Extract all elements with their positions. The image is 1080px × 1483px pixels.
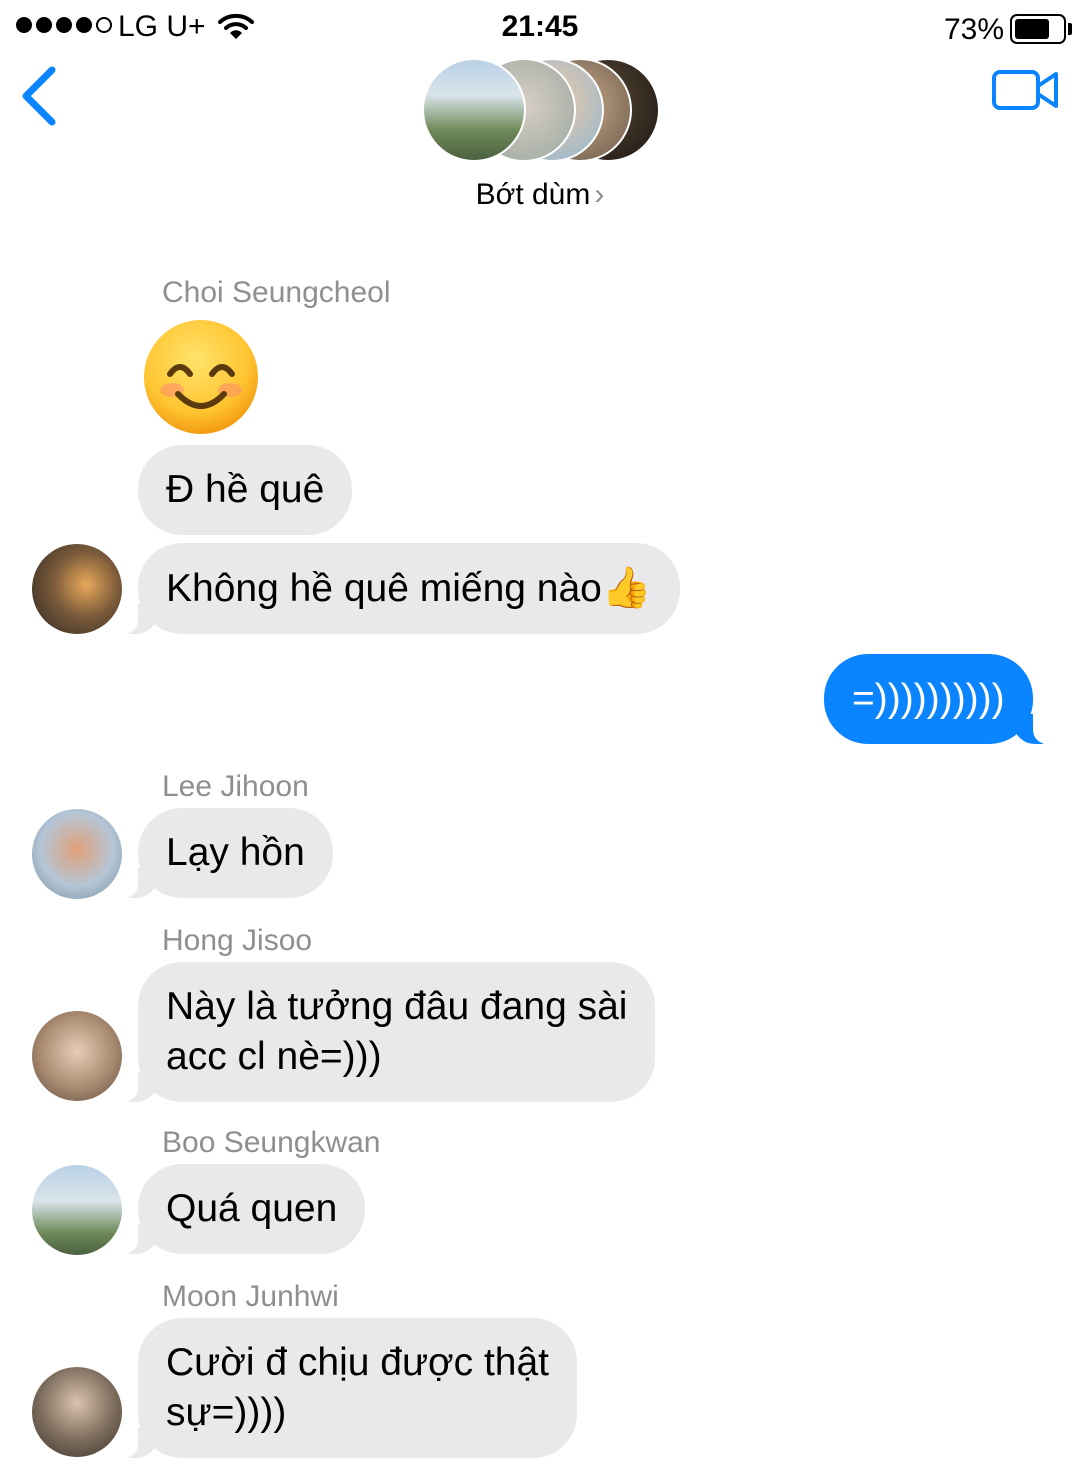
message-bubble[interactable]: Cười đ chịu được thật sự=)))) — [117, 1318, 578, 1458]
avatar[interactable] — [32, 544, 122, 634]
group-member-avatar — [422, 58, 526, 162]
battery-nub — [1068, 23, 1072, 35]
thumbs-up-emoji-icon: 👍 — [601, 566, 652, 610]
message-bubble[interactable]: Này là tưởng đâu đang sài acc cl nè=))) — [117, 962, 656, 1102]
outgoing-message-bubble[interactable]: =)))))))))) — [824, 654, 1053, 744]
message-bubble[interactable]: Lạy hồn — [118, 808, 333, 898]
avatar[interactable] — [32, 1165, 122, 1255]
video-camera-icon[interactable] — [990, 66, 1062, 114]
group-avatar-stack[interactable] — [420, 54, 660, 166]
battery-percent: 73% — [944, 13, 1005, 46]
conversation-title[interactable]: Bớt dùm › — [0, 178, 1080, 212]
sender-name: Choi Seungcheol — [162, 276, 391, 309]
battery-icon — [1010, 14, 1066, 44]
message-bubble[interactable]: Không hề quê miếng nào👍 — [118, 543, 680, 634]
message-text: Không hề quê miếng nào — [166, 567, 602, 610]
conversation-name: Bớt dùm — [475, 178, 591, 211]
avatar[interactable] — [32, 1367, 122, 1457]
sender-name: Boo Seungkwan — [162, 1126, 381, 1159]
smiling-face-emoji-icon — [144, 320, 258, 434]
clock: 21:45 — [501, 10, 579, 43]
sender-name: Hong Jisoo — [162, 924, 313, 957]
chevron-right-icon: › — [594, 178, 605, 211]
message-bubble[interactable]: Đ hề quê — [138, 445, 353, 535]
battery-level — [1015, 19, 1049, 39]
avatar[interactable] — [32, 809, 122, 899]
back-chevron-icon[interactable] — [18, 64, 62, 128]
status-bar: LG U+ 21:45 73% — [0, 0, 1080, 56]
sender-name: Moon Junhwi — [162, 1280, 339, 1313]
avatar[interactable] — [32, 1011, 122, 1101]
sender-name: Lee Jihoon — [162, 770, 309, 803]
message-bubble[interactable]: Quá quen — [117, 1164, 366, 1254]
